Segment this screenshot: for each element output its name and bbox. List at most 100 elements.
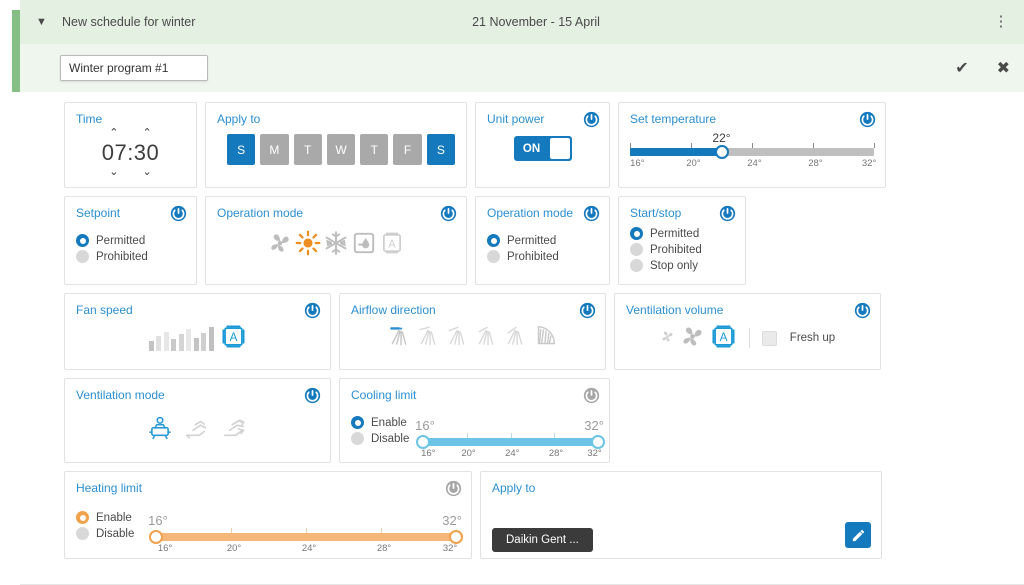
slider-handle-high[interactable] — [449, 530, 463, 544]
radio-permitted[interactable]: Permitted — [630, 227, 734, 240]
schedule-title: New schedule for winter — [62, 15, 196, 29]
tick-label: 20° — [686, 158, 701, 169]
card-title: Set temperature — [630, 112, 717, 126]
kebab-menu-icon[interactable]: ⋮ — [992, 14, 1010, 29]
day-monday[interactable]: M — [260, 134, 289, 165]
power-icon[interactable] — [440, 205, 457, 222]
power-icon[interactable] — [719, 205, 736, 222]
fresh-up-checkbox[interactable] — [761, 330, 777, 346]
power-icon[interactable] — [170, 205, 187, 222]
dry-humidity-icon[interactable] — [351, 230, 377, 259]
louver-p4-icon[interactable] — [474, 323, 500, 352]
minute-down-icon[interactable]: ⌄ — [143, 167, 152, 178]
power-icon[interactable] — [854, 302, 871, 319]
heating-limit-slider[interactable]: 16° 32° 16° 20° 24° 28° 32° — [148, 513, 463, 556]
fan-icon[interactable] — [267, 230, 293, 259]
fan-low-icon[interactable] — [660, 329, 675, 347]
slider-handle-low[interactable] — [149, 530, 163, 544]
day-friday[interactable]: F — [393, 134, 422, 165]
tick-label: 16° — [157, 543, 173, 554]
card-title: Operation mode — [217, 206, 304, 220]
radio-label: Permitted — [507, 234, 557, 247]
chevron-down-icon[interactable]: ▼ — [36, 16, 62, 28]
hour-down-icon[interactable]: ⌄ — [109, 167, 118, 178]
radio-dot — [630, 243, 643, 256]
radio-disable[interactable]: Disable — [351, 432, 423, 445]
day-sunday[interactable]: S — [227, 134, 256, 165]
radio-stop-only[interactable]: Stop only — [630, 259, 734, 272]
status-accent-bar — [12, 10, 20, 92]
day-wednesday[interactable]: W — [326, 134, 356, 165]
settings-row-4: Ventilation mode Cooling limit Enable Di… — [64, 378, 1012, 463]
fan-speed-levels[interactable] — [148, 325, 214, 351]
radio-label: Stop only — [650, 259, 698, 272]
radio-prohibited[interactable]: Prohibited — [630, 243, 734, 256]
louver-p5-icon[interactable] — [503, 323, 529, 352]
card-title: Airflow direction — [351, 303, 436, 317]
radio-enable[interactable]: Enable — [76, 511, 156, 524]
slider-handle[interactable] — [714, 145, 729, 159]
radio-dot — [630, 227, 643, 240]
cooling-low-label: 16° — [415, 418, 435, 433]
radio-label: Enable — [371, 416, 407, 429]
zone-tag[interactable]: Daikin Gent ... — [492, 528, 593, 552]
radio-permitted[interactable]: Permitted — [487, 234, 598, 247]
confirm-button[interactable]: ✔ — [955, 58, 968, 78]
set-temperature-slider[interactable]: 22° 16° 20° 24° 28° 32° — [630, 131, 877, 171]
radio-prohibited[interactable]: Prohibited — [487, 250, 598, 263]
fan-high-icon[interactable] — [679, 323, 706, 353]
unit-power-toggle[interactable]: ON — [513, 136, 572, 161]
slider-handle-high[interactable] — [591, 435, 605, 449]
settings-grid: Time ⌃ ⌃ 07:30 ⌄ ⌄ Apply to S M T W T F … — [20, 92, 1024, 581]
louver-p2-icon[interactable] — [416, 323, 442, 352]
cooling-limit-slider[interactable]: 16° 32° 16° 20° 24° 28° 32° — [415, 418, 605, 461]
card-apply-to-zone: Apply to Daikin Gent ... — [480, 471, 882, 559]
hour-up-icon[interactable]: ⌃ — [109, 128, 118, 139]
sun-heat-icon[interactable] — [295, 230, 321, 259]
louver-swing-icon[interactable] — [532, 323, 558, 352]
card-operation-mode-icons: Operation mode A — [205, 196, 467, 285]
power-icon[interactable] — [859, 111, 876, 128]
heating-high-label: 32° — [442, 513, 462, 528]
card-fan-speed: Fan speed A — [64, 293, 331, 370]
radio-permitted[interactable]: Permitted — [76, 234, 185, 247]
radio-dot — [76, 511, 89, 524]
ventilation-auto-icon[interactable] — [145, 414, 175, 447]
power-icon[interactable] — [304, 387, 321, 404]
program-name-input[interactable] — [60, 55, 208, 81]
cancel-button[interactable]: ✖ — [997, 58, 1010, 78]
day-saturday[interactable]: S — [426, 134, 455, 165]
time-value[interactable]: 07:30 — [102, 140, 160, 166]
day-thursday[interactable]: T — [360, 134, 389, 165]
power-icon[interactable] — [583, 111, 600, 128]
radio-label: Prohibited — [96, 250, 148, 263]
radio-prohibited[interactable]: Prohibited — [76, 250, 185, 263]
slider-handle-low[interactable] — [416, 435, 430, 449]
radio-label: Prohibited — [507, 250, 559, 263]
pencil-icon[interactable] — [845, 522, 871, 548]
card-title: Ventilation mode — [76, 388, 165, 402]
ventilation-heat-exchange-icon[interactable] — [183, 414, 213, 447]
fan-auto-icon[interactable]: A — [220, 323, 247, 353]
day-tuesday[interactable]: T — [293, 134, 322, 165]
minute-up-icon[interactable]: ⌃ — [143, 128, 152, 139]
snowflake-cool-icon[interactable] — [323, 230, 349, 259]
power-icon[interactable] — [579, 302, 596, 319]
power-icon-disabled[interactable] — [445, 480, 462, 497]
power-icon[interactable] — [583, 205, 600, 222]
ventilation-bypass-icon[interactable] — [221, 414, 251, 447]
louver-p3-icon[interactable] — [445, 323, 471, 352]
auto-mode-icon[interactable]: A — [379, 230, 405, 259]
power-icon[interactable] — [304, 302, 321, 319]
radio-label: Permitted — [96, 234, 146, 247]
power-icon-disabled[interactable] — [583, 387, 600, 404]
louver-p1-icon[interactable] — [387, 323, 413, 352]
tick-label: 32° — [861, 158, 877, 169]
svg-text:A: A — [388, 238, 396, 250]
fan-auto-icon[interactable]: A — [710, 323, 737, 353]
radio-dot — [487, 234, 500, 247]
radio-enable[interactable]: Enable — [351, 416, 423, 429]
radio-dot — [351, 416, 364, 429]
radio-disable[interactable]: Disable — [76, 527, 156, 540]
tick-label: 24° — [301, 543, 317, 554]
